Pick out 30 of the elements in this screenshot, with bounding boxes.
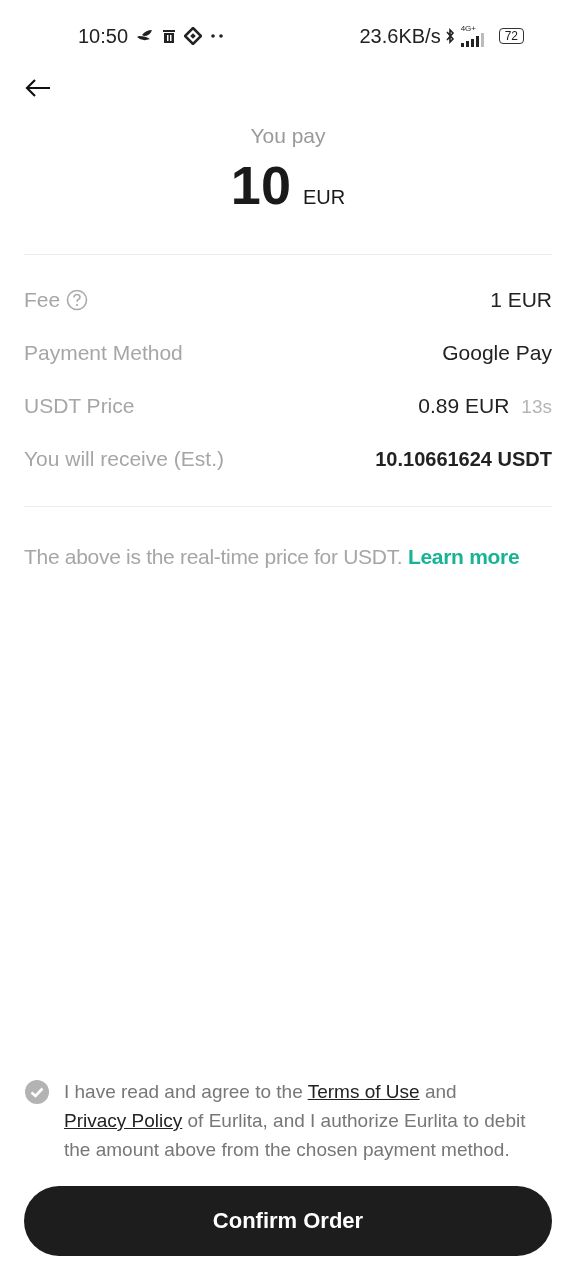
more-icon bbox=[210, 33, 225, 39]
countdown: 13s bbox=[521, 396, 552, 418]
help-icon[interactable] bbox=[66, 289, 89, 311]
bluetooth-icon bbox=[444, 27, 455, 45]
pay-amount: 10 bbox=[230, 154, 291, 216]
detail-label: You will receive (Est.) bbox=[24, 447, 224, 471]
detail-value: 1 EUR bbox=[490, 288, 552, 312]
network-speed: 23.6KB/s bbox=[359, 24, 441, 48]
pay-label: You pay bbox=[250, 124, 326, 148]
pay-currency: EUR bbox=[302, 186, 346, 209]
checkbox-icon[interactable] bbox=[24, 1079, 50, 1105]
diamond-icon bbox=[184, 27, 203, 45]
agreement-text: I have read and agree to the Terms of Use and Privacy Policy of Eurlita, and I authorize Eurlita to debit the amount above from the chosen payment method. bbox=[64, 1080, 527, 1162]
back-arrow-icon bbox=[24, 78, 52, 98]
back-button[interactable] bbox=[24, 78, 52, 98]
detail-value: 0.89 EUR bbox=[418, 394, 510, 418]
detail-label: Payment Method bbox=[24, 341, 183, 365]
status-time: 10:50 bbox=[78, 24, 129, 48]
signal-icon bbox=[460, 33, 487, 47]
policy-link[interactable]: Privacy Policy bbox=[64, 1110, 183, 1131]
price-note: The above is the real-time price for USDT. Learn more bbox=[24, 545, 521, 569]
policy-link[interactable]: Terms of Use bbox=[307, 1081, 420, 1102]
detail-label: USDT Price bbox=[24, 394, 135, 418]
network-type: 4G+ bbox=[460, 25, 476, 33]
trash-icon bbox=[162, 28, 177, 44]
detail-value: 10.10661624 USDT bbox=[375, 447, 552, 471]
detail-label: Fee bbox=[24, 288, 61, 312]
detail-value: Google Pay bbox=[442, 341, 552, 365]
confirm-button[interactable]: Confirm Order bbox=[24, 1186, 552, 1256]
battery-level: 72 bbox=[498, 28, 524, 44]
